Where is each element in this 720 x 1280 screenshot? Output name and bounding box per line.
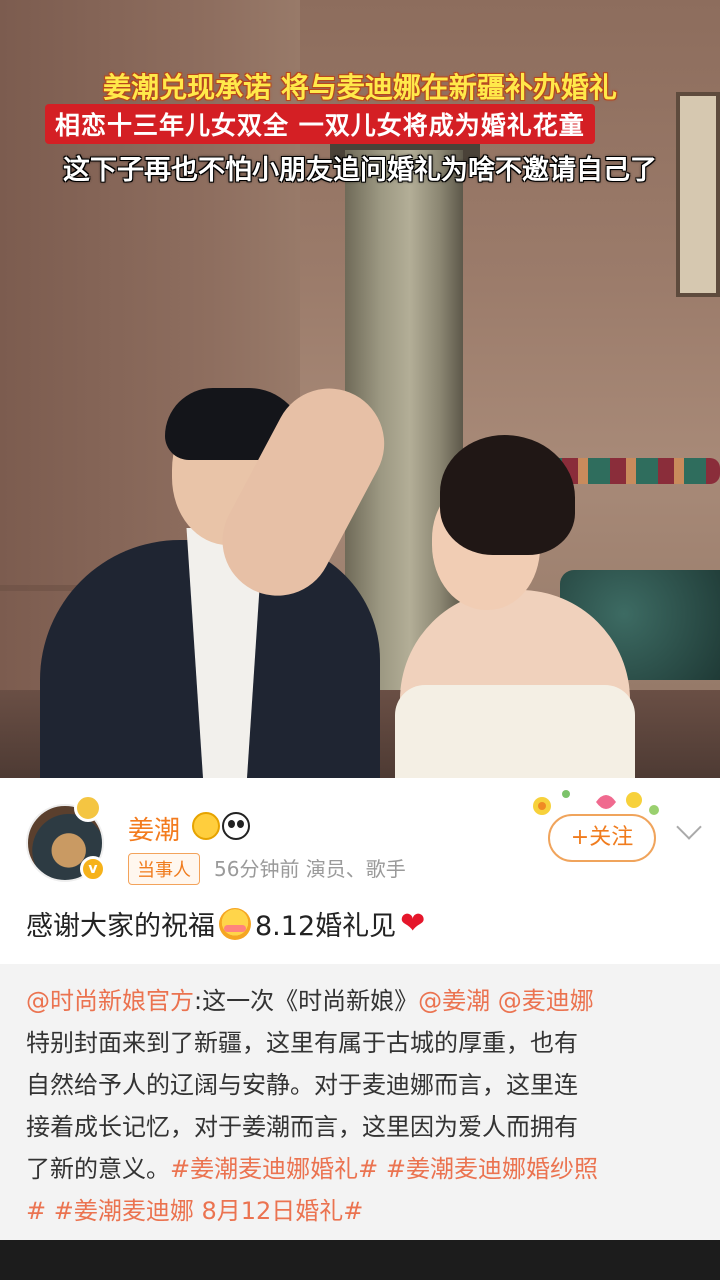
caption-subtitle: 这下子再也不怕小朋友追问婚礼为啥不邀请自己了 [63,155,657,186]
follow-button[interactable]: +关注 [548,814,656,862]
caption-headline: 姜潮兑现承诺 将与麦迪娜在新疆补办婚礼 [103,71,617,104]
quote-line-3: 自然给予人的辽阔与安静。对于麦迪娜而言，这里连 [26,1071,578,1099]
panda-icon [222,812,250,840]
chevron-down-icon[interactable] [676,814,702,840]
bottom-bar [0,1240,720,1280]
post-text: 感谢大家的祝福 8.12婚礼见 ❤ [26,904,425,943]
post-meta: 56分钟前 演员、歌手 [214,857,406,881]
video-player[interactable]: 姜潮兑现承诺 将与麦迪娜在新疆补办婚礼 相恋十三年儿女双全 一双儿女将成为婚礼花… [0,0,720,778]
hashtag-closing-mark[interactable]: # [26,1197,46,1225]
quote-line-6: # #姜潮麦迪娜 8月12日婚礼# [26,1190,694,1232]
red-heart-icon: ❤ [400,905,426,941]
avatar-badge-icon [74,794,102,822]
wall-frame [676,92,720,297]
post-text-main: 感谢大家的祝福 [26,911,215,942]
blushing-face-icon [219,907,251,940]
post-text-date: 8.12婚礼见 [255,911,397,942]
quote-text: :这一次《时尚新娘》 [194,987,419,1015]
bride-dress [395,685,635,778]
quote-line-5: 了新的意义。#姜潮麦迪娜婚礼# #姜潮麦迪娜婚纱照 [26,1148,694,1190]
quote-line-2: 特别封面来到了新疆，这里有属于古城的厚重，也有 [26,1029,578,1057]
hashtag-wedding[interactable]: #姜潮麦迪娜婚礼# [170,1155,378,1183]
hashtag-wedding-date[interactable]: #姜潮麦迪娜 8月12日婚礼# [54,1197,364,1225]
mention-author[interactable]: @时尚新娘官方 [26,987,194,1015]
quote-text: 了新的意义。 [26,1155,170,1183]
quote-line-1: @时尚新娘官方:这一次《时尚新娘》@姜潮 @麦迪娜 [26,980,694,1022]
crown-icon [192,812,220,840]
hashtag-wedding-photos[interactable]: #姜潮麦迪娜婚纱照 [386,1155,598,1183]
verified-badge-icon: v [80,856,106,882]
bride-hair [440,435,575,555]
role-tag: 当事人 [128,853,200,885]
username[interactable]: 姜潮 [128,810,180,847]
quote-line-4: 接着成长记忆，对于姜潮而言，这里因为爱人而拥有 [26,1113,578,1141]
mention-madina[interactable]: @麦迪娜 [498,987,594,1015]
reposted-content[interactable]: @时尚新娘官方:这一次《时尚新娘》@姜潮 @麦迪娜 特别封面来到了新疆，这里有属… [0,964,720,1240]
caption-subheadline: 相恋十三年儿女双全 一双儿女将成为婚礼花童 [45,104,595,144]
mention-jiangchao[interactable]: @姜潮 [418,987,490,1015]
post-card: v 姜潮 当事人 56分钟前 演员、歌手 +关注 感谢大家的祝福 8.12婚礼见… [0,778,720,1240]
